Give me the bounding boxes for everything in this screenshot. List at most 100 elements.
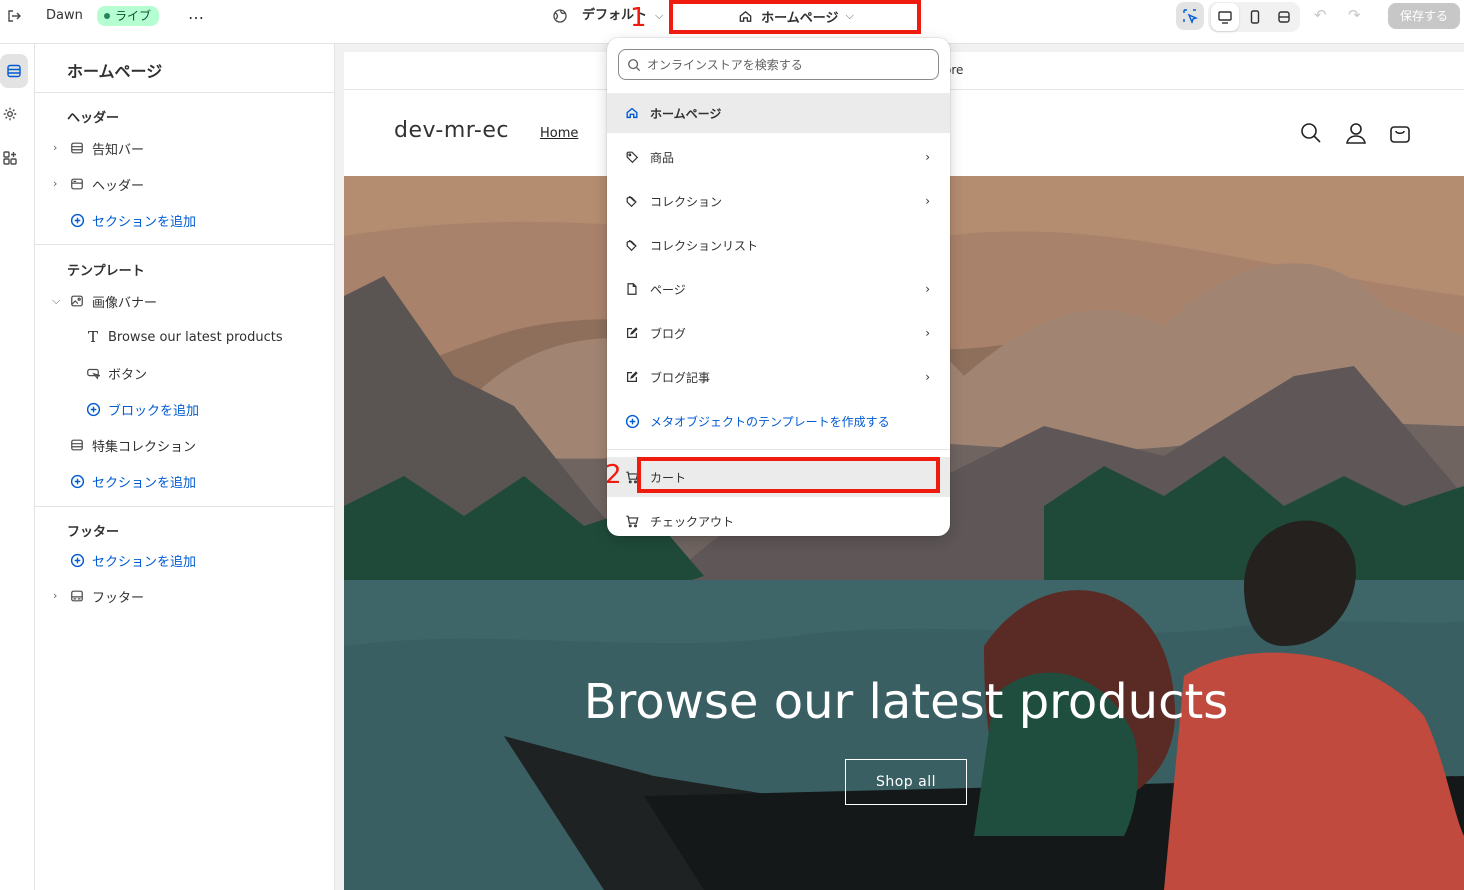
collection-icon (624, 237, 640, 253)
add-section-label: セクションを追加 (92, 554, 197, 570)
add-section-label: セクションを追加 (92, 214, 197, 230)
sections-icon[interactable] (0, 54, 28, 88)
collection-icon (624, 193, 640, 209)
dropdown-item-page[interactable]: ページ › (607, 269, 950, 309)
block-heading[interactable]: T Browse our latest products (85, 326, 283, 348)
add-section-button[interactable]: セクションを追加 (69, 209, 196, 231)
plus-circle-icon (69, 552, 85, 568)
text-icon: T (87, 328, 98, 346)
header-section-icon (69, 176, 85, 192)
live-badge: ライブ (97, 6, 160, 26)
section-header[interactable]: ヘッダー (69, 173, 144, 195)
dropdown-item-label: ブログ (650, 326, 687, 341)
header-group-title: ヘッダー (67, 111, 120, 126)
divider (35, 244, 335, 245)
chevron-right-icon[interactable]: › (53, 141, 57, 154)
section-label: フッター (92, 590, 145, 606)
dropdown-item-checkout[interactable]: チェックアウト (607, 501, 950, 536)
add-section-button[interactable]: セクションを追加 (69, 549, 196, 571)
save-button[interactable]: 保存する (1388, 3, 1460, 29)
editor-rail (0, 44, 35, 890)
mobile-icon[interactable] (1241, 3, 1269, 31)
dropdown-item-homepage[interactable]: ホームページ (607, 93, 950, 133)
footer-group-title: フッター (67, 525, 120, 540)
section-footer[interactable]: フッター (69, 585, 144, 607)
annotation-box-2 (637, 457, 940, 493)
add-section-label: セクションを追加 (92, 475, 197, 491)
image-icon (69, 293, 85, 309)
settings-gear-icon[interactable] (0, 100, 24, 128)
fullscreen-icon[interactable] (1270, 3, 1298, 31)
apps-icon[interactable] (0, 144, 24, 172)
plus-circle-icon (69, 212, 85, 228)
annotation-number-1: 1 (630, 3, 647, 33)
account-icon[interactable] (1345, 122, 1367, 148)
chevron-right-icon[interactable]: › (53, 589, 57, 602)
exit-icon[interactable] (0, 2, 28, 30)
search-icon[interactable] (1300, 122, 1322, 148)
chevron-right-icon: › (925, 326, 930, 340)
block-button[interactable]: ボタン (85, 362, 147, 384)
dropdown-item-products[interactable]: 商品 › (607, 137, 950, 177)
divider (35, 506, 335, 507)
dropdown-item-blog-post[interactable]: ブログ記事 › (607, 357, 950, 397)
dropdown-item-collection-list[interactable]: コレクションリスト (607, 225, 950, 265)
search-placeholder: オンラインストアを検索する (647, 58, 803, 72)
chevron-right-icon: › (925, 282, 930, 296)
divider (35, 92, 335, 93)
dropdown-item-label: 商品 (650, 150, 675, 165)
section-label: 告知バー (92, 142, 145, 158)
cart-icon[interactable] (1389, 122, 1411, 148)
sections-sidebar: ホームページ ヘッダー › 告知バー › ヘッダー セクションを追加 テンプレー… (35, 44, 335, 890)
shop-all-button[interactable]: Shop all (845, 759, 967, 805)
inspector-icon[interactable] (1176, 2, 1204, 30)
plus-circle-icon (624, 413, 640, 429)
dropdown-item-label: ブログ記事 (650, 370, 711, 385)
blog-icon (624, 325, 640, 341)
template-search-input[interactable]: オンラインストアを検索する (618, 49, 939, 80)
dropdown-item-label: メタオブジェクトのテンプレートを作成する (650, 414, 890, 429)
button-icon (85, 365, 101, 381)
page-icon (624, 281, 640, 297)
search-icon (628, 58, 641, 71)
dropdown-item-label: ページ (650, 282, 686, 297)
dropdown-item-blog[interactable]: ブログ › (607, 313, 950, 353)
redo-icon[interactable]: ↷ (1348, 7, 1361, 23)
dropdown-item-label: チェックアウト (650, 514, 735, 529)
chevron-down-icon[interactable]: ⌵ (52, 294, 60, 308)
dropdown-item-label: コレクションリスト (650, 238, 759, 253)
blog-icon (624, 369, 640, 385)
dropdown-item-label: ホームページ (650, 106, 722, 121)
add-section-button[interactable]: セクションを追加 (69, 470, 196, 492)
tag-icon (624, 149, 640, 165)
chevron-down-icon: ⌵ (655, 9, 664, 22)
block-label: ボタン (108, 367, 148, 383)
theme-name: Dawn (46, 8, 83, 23)
plus-circle-icon (85, 401, 101, 417)
section-featured-collection[interactable]: 特集コレクション (69, 434, 196, 456)
footer-section-icon (69, 588, 85, 604)
desktop-icon[interactable] (1211, 3, 1239, 31)
annotation-box-1 (669, 0, 921, 34)
section-label: 画像バナー (92, 295, 158, 311)
dropdown-item-create-metaobject[interactable]: メタオブジェクトのテンプレートを作成する (607, 401, 950, 441)
undo-icon[interactable]: ↶ (1314, 7, 1327, 23)
section-announcement-bar[interactable]: 告知バー (69, 137, 144, 159)
dropdown-item-collection[interactable]: コレクション › (607, 181, 950, 221)
store-logo[interactable]: dev-mr-ec (394, 118, 509, 143)
add-block-label: ブロックを追加 (108, 403, 200, 419)
section-image-banner[interactable]: 画像バナー (69, 290, 157, 312)
block-label: Browse our latest products (108, 329, 283, 345)
chevron-right-icon[interactable]: › (53, 177, 57, 190)
nav-link-home[interactable]: Home (540, 126, 578, 141)
globe-icon (546, 2, 574, 30)
annotation-number-2: 2 (605, 460, 622, 490)
plus-circle-icon (69, 473, 85, 489)
chevron-right-icon: › (925, 194, 930, 208)
more-actions-icon[interactable]: … (188, 6, 205, 22)
section-label: ヘッダー (92, 178, 145, 194)
hero-title: Browse our latest products (583, 674, 1229, 730)
chevron-right-icon: › (925, 370, 930, 384)
add-block-button[interactable]: ブロックを追加 (85, 398, 199, 420)
chevron-right-icon: › (925, 150, 930, 164)
